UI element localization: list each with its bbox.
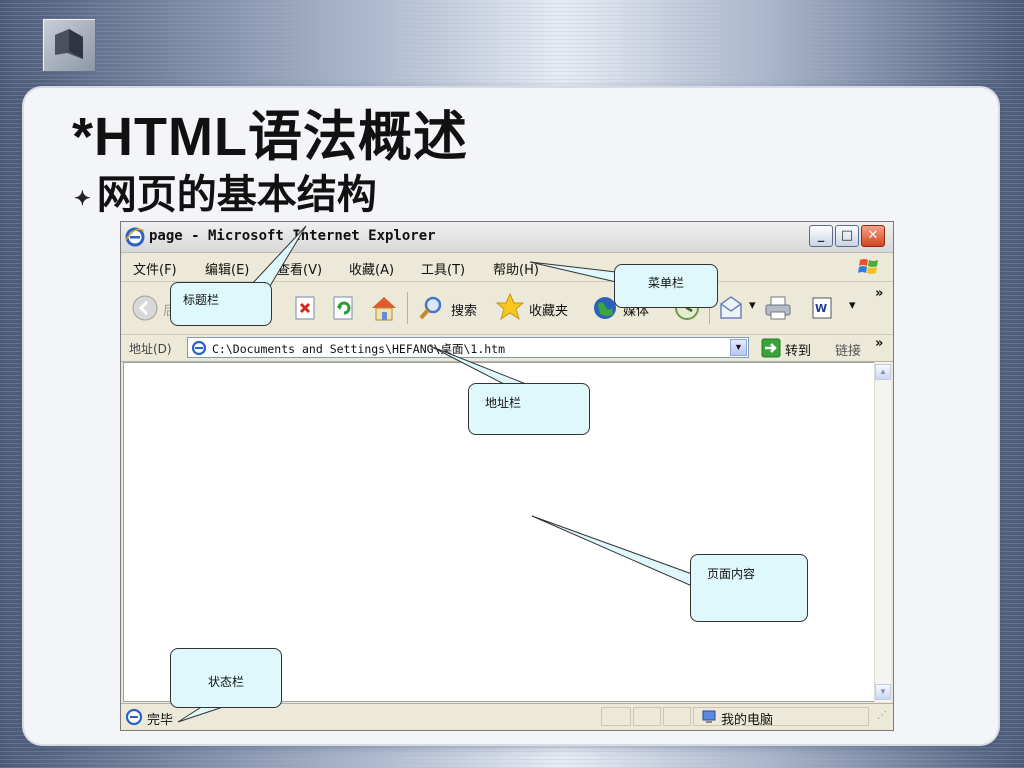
- links-overflow-icon[interactable]: »: [875, 336, 883, 351]
- links-button[interactable]: 链接: [835, 340, 861, 359]
- callout-address-bar-label: 地址栏: [485, 396, 522, 410]
- ie-logo-icon: [125, 227, 145, 247]
- callout-title-bar: 标题栏: [170, 282, 272, 326]
- callout-status-bar: 状态栏: [170, 648, 282, 708]
- refresh-icon[interactable]: [331, 295, 357, 321]
- back-icon[interactable]: [131, 294, 159, 322]
- status-cell: [633, 707, 661, 726]
- favorites-star-icon[interactable]: [495, 292, 525, 322]
- go-button[interactable]: 转到: [785, 340, 811, 359]
- stop-icon[interactable]: [293, 295, 319, 321]
- scroll-up-icon[interactable]: ▲: [875, 364, 891, 380]
- home-icon[interactable]: [369, 293, 399, 323]
- bullet-icon: ✦: [74, 186, 91, 210]
- status-text: 完毕: [147, 713, 174, 728]
- resize-grip-icon[interactable]: ⋰: [877, 710, 887, 721]
- mail-dropdown-icon[interactable]: ▾: [749, 298, 756, 313]
- zone-cell: [693, 707, 869, 726]
- vertical-scrollbar[interactable]: ▲ ▼: [874, 362, 891, 702]
- callout-status-bar-label: 状态栏: [207, 675, 244, 689]
- edit-word-icon[interactable]: W: [811, 296, 835, 320]
- callout-menu-bar-label: 菜单栏: [647, 276, 684, 290]
- callout-page-content-label: 页面内容: [707, 567, 756, 581]
- address-bar: 地址(D) C:\Documents and Settings\HEFANG\桌…: [121, 335, 893, 362]
- menu-file[interactable]: 文件(F): [133, 259, 177, 278]
- scroll-down-icon[interactable]: ▼: [875, 684, 891, 700]
- status-ie-icon: [125, 708, 143, 726]
- title-bar: page - Microsoft Internet Explorer _ □ ✕: [121, 222, 893, 253]
- slide-logo-icon: [42, 18, 96, 72]
- zone-text: 我的电脑: [721, 713, 774, 728]
- status-cell: [663, 707, 691, 726]
- my-computer-icon: [702, 710, 716, 723]
- address-dropdown-icon[interactable]: ▼: [730, 339, 747, 356]
- menu-tools[interactable]: 工具(T): [421, 259, 465, 278]
- callout-menu-bar: 菜单栏: [614, 264, 718, 308]
- toolbar-overflow-icon[interactable]: »: [875, 286, 883, 301]
- menu-view[interactable]: 查看(V): [277, 259, 322, 278]
- favorites-button[interactable]: 收藏夹: [529, 300, 568, 319]
- callout-address-bar: 地址栏: [468, 383, 590, 435]
- callout-page-content: 页面内容: [690, 554, 808, 622]
- window-title: page - Microsoft Internet Explorer: [149, 228, 436, 244]
- status-cell: [601, 707, 631, 726]
- address-input[interactable]: C:\Documents and Settings\HEFANG\桌面\1.ht…: [187, 337, 749, 358]
- svg-text:W: W: [815, 302, 827, 315]
- menu-favorites[interactable]: 收藏(A): [349, 259, 394, 278]
- close-button[interactable]: ✕: [861, 225, 885, 247]
- toolbar-separator: [407, 292, 408, 324]
- slide-title: *HTML语法概述: [72, 107, 468, 167]
- address-label: 地址(D): [129, 342, 172, 356]
- bullet-text: 网页的基本结构: [96, 171, 377, 218]
- maximize-button[interactable]: □: [835, 225, 859, 247]
- windows-flag-icon: [858, 259, 878, 274]
- page-ie-icon: [191, 340, 207, 356]
- print-icon[interactable]: [763, 294, 793, 322]
- edit-dropdown-icon[interactable]: ▾: [849, 298, 856, 313]
- callout-title-bar-label: 标题栏: [183, 293, 220, 307]
- address-value: C:\Documents and Settings\HEFANG\桌面\1.ht…: [212, 342, 506, 356]
- menu-bar: 文件(F) 编辑(E) 查看(V) 收藏(A) 工具(T) 帮助(H): [121, 253, 893, 282]
- go-arrow-icon[interactable]: [761, 338, 781, 358]
- minimize-button[interactable]: _: [809, 225, 833, 247]
- bullet-item: ✦ 网页的基本结构: [74, 162, 377, 220]
- menu-edit[interactable]: 编辑(E): [205, 259, 249, 278]
- mail-icon[interactable]: [717, 294, 747, 322]
- menu-help[interactable]: 帮助(H): [493, 259, 539, 278]
- search-icon[interactable]: [417, 294, 445, 322]
- search-button[interactable]: 搜索: [451, 300, 477, 319]
